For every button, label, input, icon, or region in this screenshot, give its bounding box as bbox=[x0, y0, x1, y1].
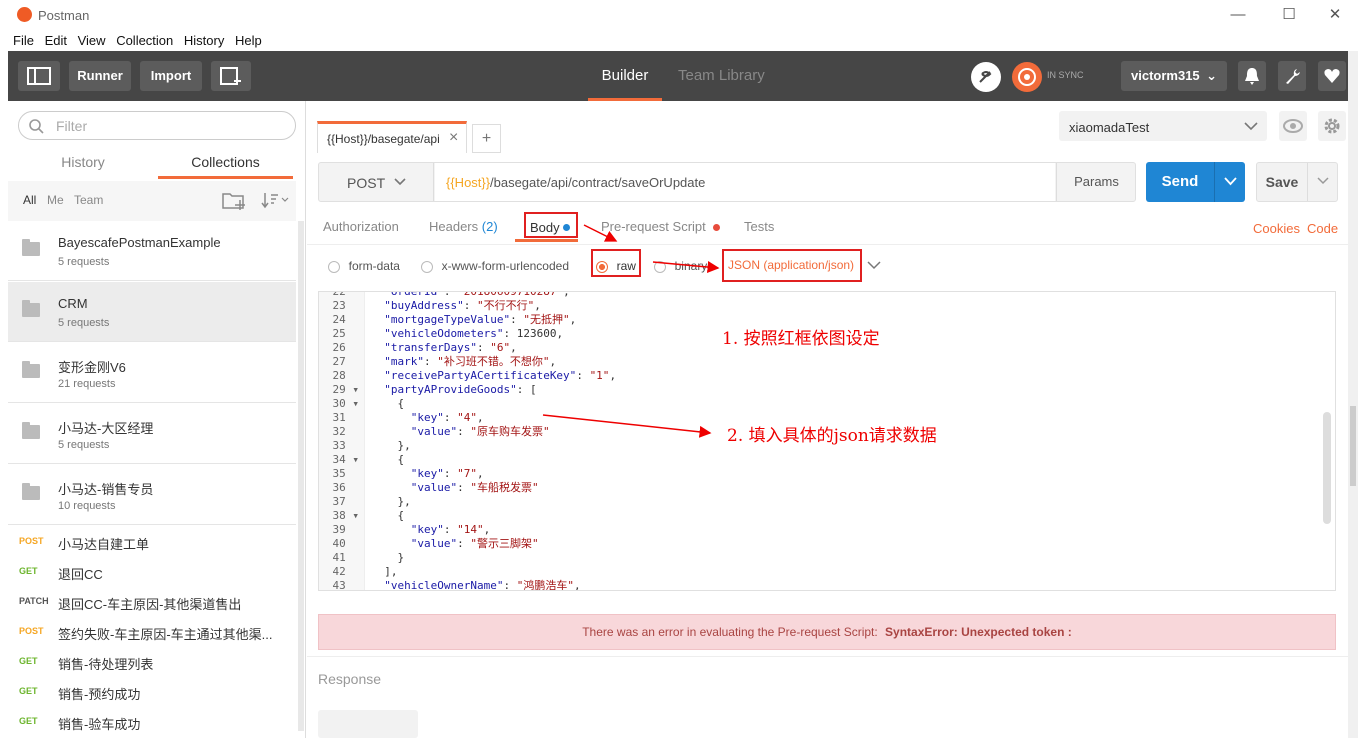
annotation-arrows bbox=[542, 224, 720, 438]
window-scrollbar-thumb[interactable] bbox=[1350, 406, 1356, 486]
window-scrollbar[interactable] bbox=[1348, 51, 1358, 738]
